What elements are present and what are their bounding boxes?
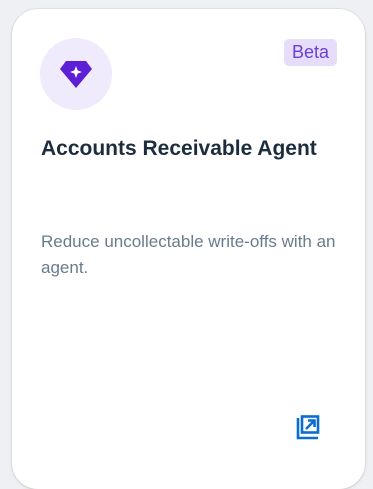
- agent-icon-container: [40, 38, 112, 110]
- open-external-icon: [296, 415, 320, 440]
- open-button[interactable]: [292, 413, 322, 443]
- status-badge: Beta: [283, 39, 337, 66]
- diamond-sparkle-icon: [60, 61, 92, 88]
- card-description: Reduce uncollectable write-offs with an …: [41, 232, 336, 277]
- agent-card[interactable]: Beta Accounts Receivable Agent Reduce un…: [12, 9, 365, 489]
- card-title: Accounts Receivable Agent: [41, 137, 317, 160]
